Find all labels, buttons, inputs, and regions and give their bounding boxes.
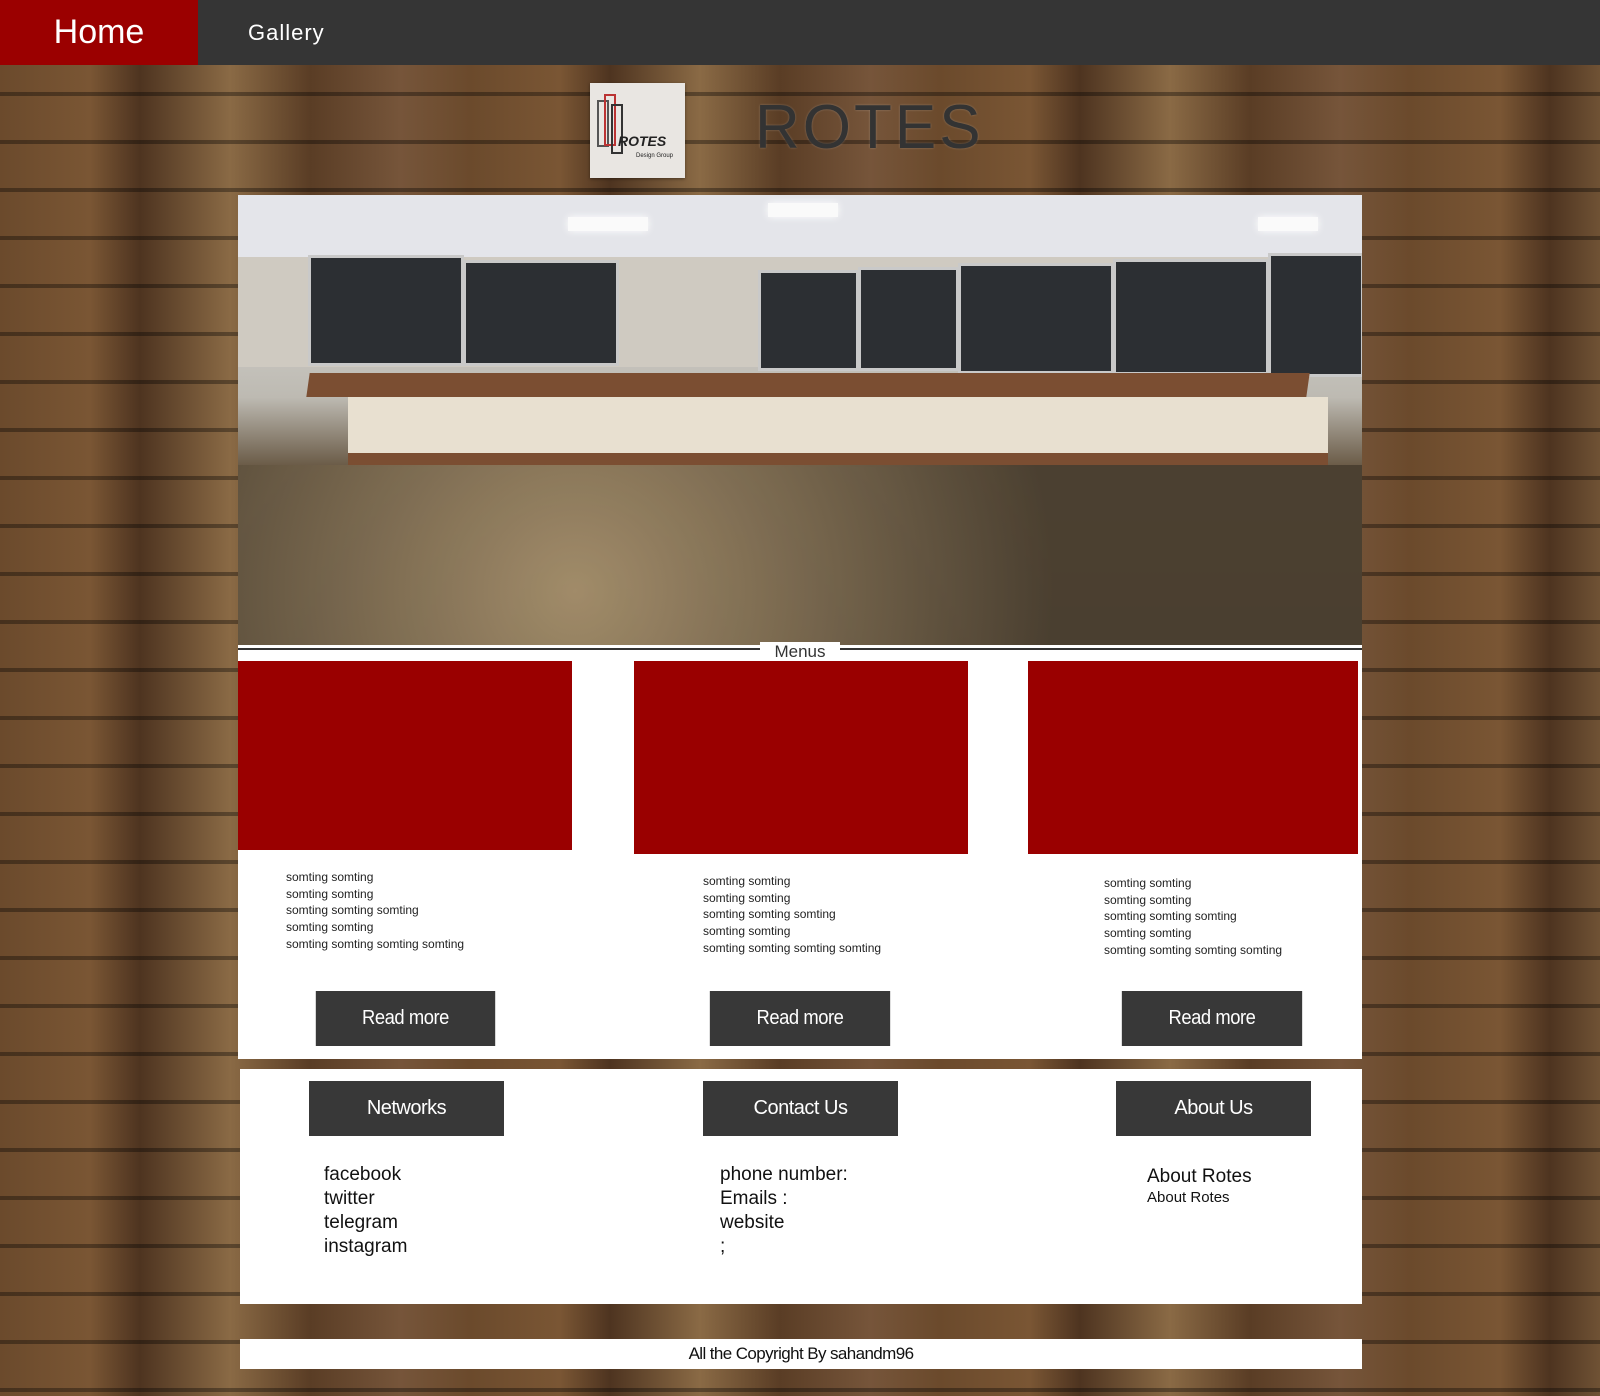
top-navbar: Home Gallery <box>0 0 1600 65</box>
about-rotes-link[interactable]: About Rotes <box>1147 1165 1252 1189</box>
hero-image <box>238 195 1362 645</box>
facebook-link[interactable]: facebook <box>324 1163 407 1187</box>
read-more-button[interactable]: Read more <box>1121 991 1303 1046</box>
hero-window <box>463 260 619 366</box>
hero-window <box>1268 253 1362 377</box>
instagram-link[interactable]: instagram <box>324 1235 407 1259</box>
brand-logo[interactable]: ROTES Design Group <box>590 83 685 178</box>
menu-card-image[interactable] <box>634 661 968 854</box>
menu-card-image[interactable] <box>238 661 572 850</box>
phone-number-label: phone number: <box>720 1164 848 1185</box>
hero-window <box>758 270 859 371</box>
hero-window <box>1113 259 1269 375</box>
footer-section: Networks Contact Us About Us facebook tw… <box>240 1069 1362 1304</box>
read-more-button[interactable]: Read more <box>709 991 891 1046</box>
copyright-bar: All the Copyright By sahandm96 <box>240 1339 1362 1369</box>
nav-home-link[interactable]: Home <box>0 0 198 65</box>
emails-label: Emails : <box>720 1188 788 1209</box>
hero-window <box>958 263 1114 374</box>
website-label: website <box>720 1212 785 1233</box>
hero-counter <box>348 397 1328 467</box>
ceiling-light <box>568 217 648 231</box>
menus-section: Menus somting somting somting somting somt… <box>238 642 1362 1059</box>
menus-title: Menus <box>238 642 1362 662</box>
about-list: About Rotes About Rotes <box>1147 1165 1252 1207</box>
logo-text: ROTES <box>618 133 667 149</box>
hero-window <box>308 255 464 366</box>
nav-gallery-link[interactable]: Gallery <box>248 0 325 65</box>
hero-floor <box>238 465 1362 645</box>
menu-card-text: somting somting somting somting somting so… <box>703 874 882 955</box>
contact-list: phone number: Emails : website ; <box>720 1163 848 1259</box>
copyright-text: All the Copyright By sahandm96 <box>688 1344 914 1363</box>
logo-mark-icon <box>597 94 623 154</box>
ceiling-light <box>768 203 838 217</box>
menu-card-text: somting somting somting somting somting so… <box>1104 876 1283 957</box>
about-us-heading[interactable]: About Us <box>1116 1081 1311 1136</box>
hero-window <box>858 267 959 371</box>
networks-list: facebook twitter telegram instagram <box>324 1163 407 1259</box>
menu-card-text: somting somting somting somting somting so… <box>286 870 465 951</box>
logo-subtitle: Design Group <box>636 153 674 159</box>
about-rotes-link[interactable]: About Rotes <box>1147 1189 1252 1207</box>
networks-heading[interactable]: Networks <box>309 1081 504 1136</box>
twitter-link[interactable]: twitter <box>324 1187 407 1211</box>
contact-extra: ; <box>720 1236 726 1257</box>
brand-title: ROTES <box>755 93 984 162</box>
telegram-link[interactable]: telegram <box>324 1211 407 1235</box>
menu-card-image[interactable] <box>1028 661 1358 854</box>
read-more-button[interactable]: Read more <box>315 991 496 1046</box>
ceiling-light <box>1258 217 1318 231</box>
hero-counter-top <box>306 373 1310 397</box>
contact-us-heading[interactable]: Contact Us <box>703 1081 898 1136</box>
